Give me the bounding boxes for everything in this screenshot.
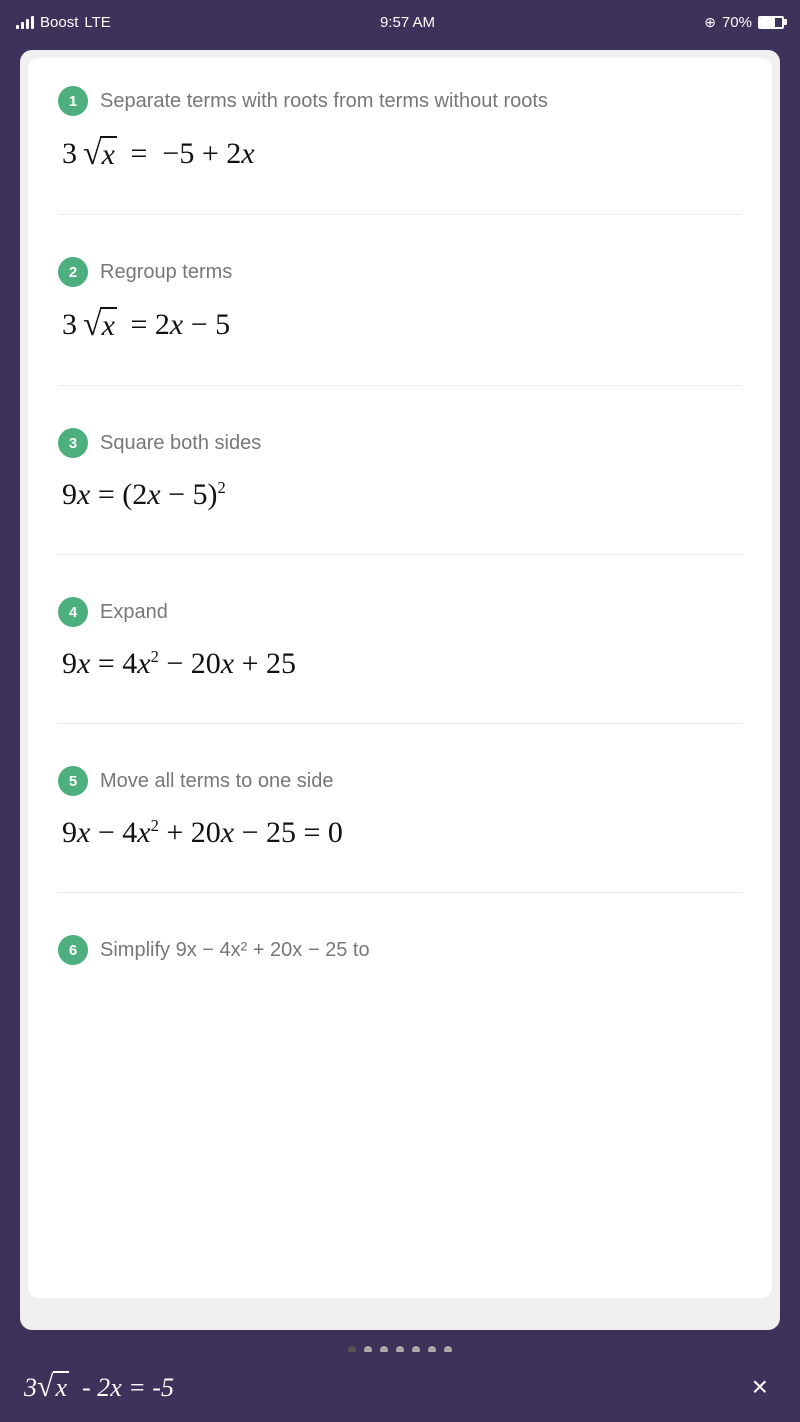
step-1-label: Separate terms with roots from terms wit… xyxy=(100,90,548,113)
location-icon: ⊕ xyxy=(704,14,716,31)
status-bar: Boost LTE 9:57 AM ⊕ 70% xyxy=(0,0,800,44)
step-2: 2 Regroup terms 3 √ x = 2x − 5 xyxy=(58,257,742,343)
status-left: Boost LTE xyxy=(16,14,111,31)
step-2-header: 2 Regroup terms xyxy=(58,257,742,287)
network-label: LTE xyxy=(84,14,110,31)
carrier-label: Boost xyxy=(40,14,78,31)
battery-percent: 70% xyxy=(722,14,752,31)
step-2-badge: 2 xyxy=(58,257,88,287)
status-right: ⊕ 70% xyxy=(704,14,784,31)
step-4-badge: 4 xyxy=(58,597,88,627)
solution-card: 1 Separate terms with roots from terms w… xyxy=(28,58,772,1298)
step-5-label: Move all terms to one side xyxy=(100,770,333,793)
step-6-badge: 6 xyxy=(58,935,88,965)
step-4: 4 Expand 9x = 4x2 − 20x + 25 xyxy=(58,597,742,681)
battery-icon xyxy=(758,16,784,29)
bottom-equation: 3 √ x - 2x = -5 xyxy=(24,1370,174,1404)
step-1-badge: 1 xyxy=(58,86,88,116)
radical-x-2: √ x xyxy=(83,307,117,343)
step-5-badge: 5 xyxy=(58,766,88,796)
step-3-header: 3 Square both sides xyxy=(58,428,742,458)
step-1-math: 3 √ x = −5 + 2x xyxy=(58,136,742,172)
step-6-label: Simplify 9x − 4x² + 20x − 25 to xyxy=(100,939,370,962)
step-5: 5 Move all terms to one side 9x − 4x2 + … xyxy=(58,766,742,850)
step-1: 1 Separate terms with roots from terms w… xyxy=(58,86,742,172)
step-5-header: 5 Move all terms to one side xyxy=(58,766,742,796)
radical-x: √ x xyxy=(83,136,117,172)
time-label: 9:57 AM xyxy=(380,14,435,31)
step-2-label: Regroup terms xyxy=(100,261,232,284)
main-content: 1 Separate terms with roots from terms w… xyxy=(20,50,780,1330)
step-6-partial: 6 Simplify 9x − 4x² + 20x − 25 to xyxy=(58,935,742,965)
step-3-math: 9x = (2x − 5)2 xyxy=(58,478,742,512)
step-4-header: 4 Expand xyxy=(58,597,742,627)
step-2-math: 3 √ x = 2x − 5 xyxy=(58,307,742,343)
step-5-math: 9x − 4x2 + 20x − 25 = 0 xyxy=(58,816,742,850)
bottom-bar: 3 √ x - 2x = -5 × xyxy=(0,1352,800,1422)
step-1-header: 1 Separate terms with roots from terms w… xyxy=(58,86,742,116)
step-4-label: Expand xyxy=(100,601,168,624)
close-button[interactable]: × xyxy=(744,1363,776,1411)
signal-icon xyxy=(16,15,34,29)
step-3-badge: 3 xyxy=(58,428,88,458)
step-3-label: Square both sides xyxy=(100,432,261,455)
step-3: 3 Square both sides 9x = (2x − 5)2 xyxy=(58,428,742,512)
step-4-math: 9x = 4x2 − 20x + 25 xyxy=(58,647,742,681)
